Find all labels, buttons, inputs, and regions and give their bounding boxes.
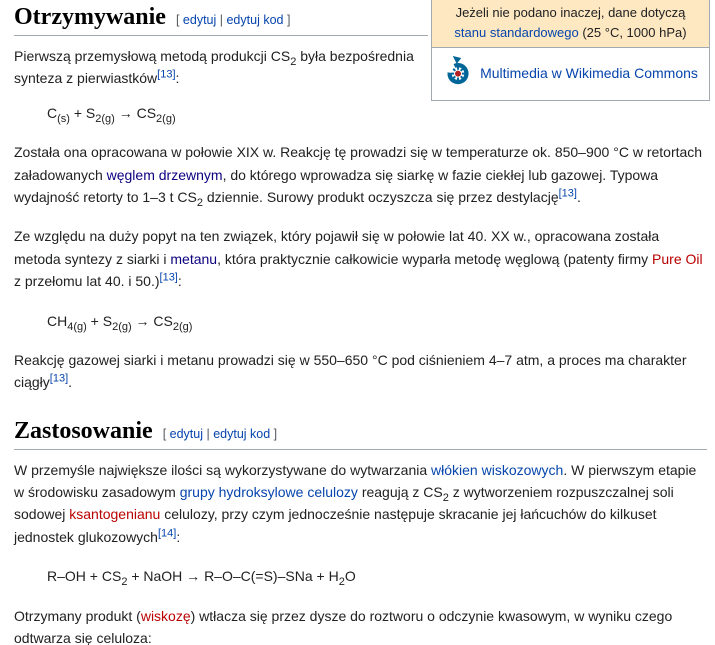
- paragraph: W przemyśle największe ilości są wykorzy…: [14, 461, 697, 545]
- infobox-standard-conditions-note: Jeżeli nie podano inaczej, dane dotyczą …: [432, 0, 709, 47]
- chemical-equation: CH4(g) + S2(g) → CS2(g): [47, 312, 193, 333]
- equation-block: C(s) + S2(g) → CS2(g): [47, 102, 707, 124]
- section-heading-zastosowanie: Zastosowanie [ edytuj | edytuj kod ]: [14, 414, 707, 450]
- section-title: Otrzymywanie: [14, 4, 166, 30]
- edit-section: [ edytuj | edytuj kod ]: [176, 13, 290, 27]
- paragraph: Reakcję gazowej siarki i metanu prowadzi…: [14, 351, 687, 391]
- reference: [13]: [50, 373, 68, 385]
- pipe-separator: |: [203, 426, 214, 441]
- subscript: 2: [338, 576, 345, 589]
- paragraph: Została ona opracowana w połowie XIX w. …: [14, 144, 703, 209]
- section-heading-otrzymywanie: Otrzymywanie [ edytuj | edytuj kod ]: [14, 0, 428, 36]
- note-text: Jeżeli nie podano inaczej, dane dotyczą: [455, 5, 686, 20]
- subscript: 2: [196, 196, 203, 209]
- wikipedia-article-page: Jeżeli nie podano inaczej, dane dotyczą …: [0, 0, 715, 645]
- subscript: 2(g): [95, 112, 115, 125]
- reference-link[interactable]: [13]: [157, 69, 175, 81]
- subscript: 2: [442, 491, 449, 504]
- reference: [13]: [160, 271, 178, 283]
- edit-section: [ edytuj | edytuj kod ]: [163, 427, 277, 441]
- infobox-commons-row: Multimedia w Wikimedia Commons: [432, 47, 709, 100]
- inline-link[interactable]: Pure Oil: [652, 251, 703, 267]
- edit-link[interactable]: edytuj: [183, 13, 216, 27]
- reference-link[interactable]: [14]: [158, 527, 176, 539]
- reference: [13]: [559, 187, 577, 199]
- subscript: (s): [57, 112, 70, 125]
- chemical-equation: C(s) + S2(g) → CS2(g): [47, 104, 176, 125]
- standard-state-link[interactable]: stanu standardowego: [454, 25, 578, 40]
- equation-block: R–OH + CS2 + NaOH → R–O–C(=S)–SNa + H2O: [47, 565, 707, 587]
- note-suffix: (25 °C, 1000 hPa): [578, 24, 687, 40]
- reference-link[interactable]: [13]: [559, 187, 577, 199]
- paragraph: Otrzymany produkt (wiskozę) wtłacza się …: [14, 607, 673, 645]
- bracket: ]: [283, 13, 291, 27]
- subscript: 2: [290, 55, 297, 68]
- inline-link[interactable]: metanu: [170, 251, 217, 267]
- pipe-separator: |: [216, 13, 227, 27]
- paragraph: Pierwszą przemysłową metodą produkcji CS…: [14, 48, 414, 87]
- edit-link[interactable]: edytuj: [170, 427, 203, 441]
- section-title: Zastosowanie: [14, 417, 153, 444]
- paragraph: Ze względu na duży popyt na ten związek,…: [14, 228, 703, 290]
- reference: [13]: [157, 69, 175, 81]
- inline-link[interactable]: włókien wiskozowych: [431, 462, 563, 478]
- inline-link[interactable]: węglem drzewnym: [107, 167, 223, 183]
- bracket: [: [175, 13, 183, 27]
- reference: [14]: [158, 527, 176, 539]
- commons-link[interactable]: Multimedia w Wikimedia Commons: [477, 63, 701, 84]
- subscript: 2(g): [156, 112, 176, 125]
- subscript: 4(g): [67, 320, 87, 333]
- inline-link[interactable]: wiskozę: [141, 608, 191, 624]
- subscript: 2(g): [172, 320, 193, 333]
- edit-code-link[interactable]: edytuj kod: [226, 13, 283, 27]
- bracket: [: [162, 426, 170, 441]
- subscript: 2(g): [112, 320, 132, 333]
- reference-link[interactable]: [13]: [50, 373, 68, 385]
- wikimedia-commons-icon: [445, 56, 471, 92]
- edit-code-link[interactable]: edytuj kod: [213, 427, 270, 441]
- inline-link[interactable]: ksantogenianu: [69, 506, 160, 522]
- inline-link[interactable]: grupy hydroksylowe celulozy: [180, 484, 358, 500]
- reference-link[interactable]: [13]: [160, 271, 178, 283]
- equation-block: CH4(g) + S2(g) → CS2(g): [47, 310, 707, 332]
- subscript: 2: [121, 576, 128, 589]
- bracket: ]: [270, 426, 278, 441]
- chemical-equation: R–OH + CS2 + NaOH → R–O–C(=S)–SNa + H2O: [47, 568, 356, 589]
- infobox-fragment: Jeżeli nie podano inaczej, dane dotyczą …: [431, 0, 710, 101]
